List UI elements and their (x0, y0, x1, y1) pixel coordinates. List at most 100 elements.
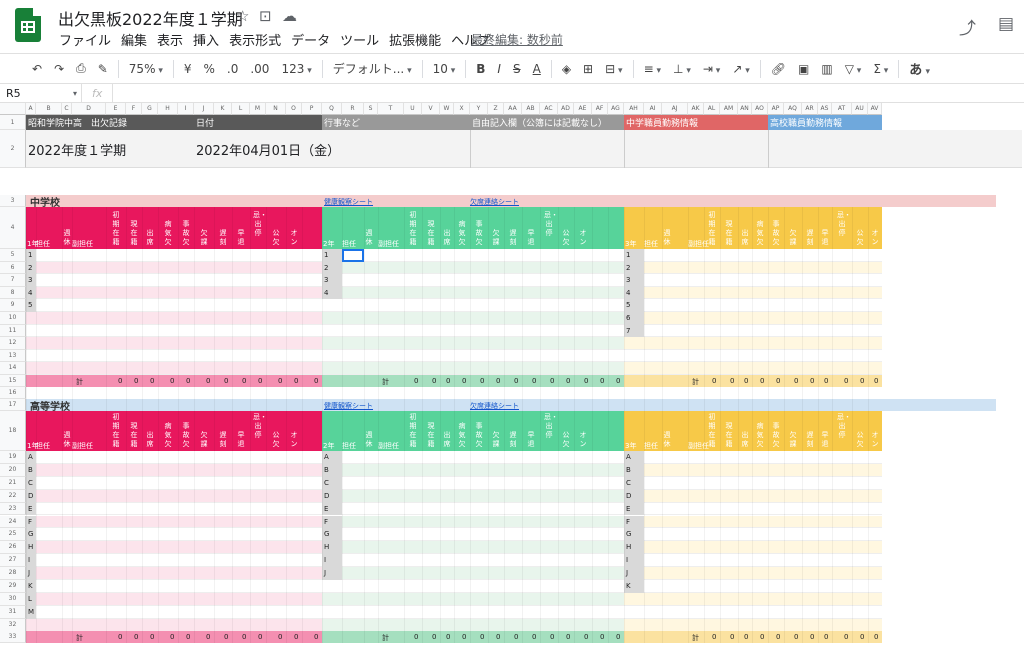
column-header[interactable]: E (106, 103, 126, 115)
class-row[interactable] (26, 476, 322, 490)
class-row[interactable] (26, 528, 322, 542)
decrease-decimal-button[interactable]: .0 (221, 62, 244, 76)
column-header[interactable]: M (250, 103, 266, 115)
column-header[interactable]: U (404, 103, 422, 115)
column-header[interactable]: K (214, 103, 232, 115)
class-row[interactable] (26, 463, 322, 477)
column-header[interactable]: AM (720, 103, 738, 115)
column-header[interactable]: AE (574, 103, 592, 115)
absence-sheet-link[interactable]: 欠席連絡シート (470, 197, 519, 207)
column-header[interactable]: C (62, 103, 72, 115)
row-header[interactable]: 18 (0, 411, 26, 451)
text-rotation-icon[interactable]: ↗ (726, 62, 755, 76)
menu-item[interactable]: 挿入 (188, 30, 224, 49)
column-header[interactable]: AK (688, 103, 704, 115)
column-header[interactable]: T (378, 103, 404, 115)
column-header[interactable]: AA (504, 103, 522, 115)
menu-item[interactable]: 表示 (152, 30, 188, 49)
row-header[interactable]: 29 (0, 580, 26, 593)
class-row[interactable] (26, 567, 322, 580)
class-row[interactable] (26, 451, 322, 464)
class-row[interactable] (26, 337, 322, 350)
row-header[interactable]: 27 (0, 554, 26, 568)
column-header[interactable]: AJ (662, 103, 688, 115)
class-row[interactable] (322, 605, 624, 619)
column-header[interactable]: AP (768, 103, 784, 115)
class-row[interactable] (322, 261, 624, 275)
row-header[interactable]: 32 (0, 618, 26, 632)
class-row[interactable] (322, 580, 624, 593)
column-header[interactable]: V (422, 103, 440, 115)
class-row[interactable] (26, 349, 322, 363)
row-header[interactable]: 22 (0, 489, 26, 503)
document-title[interactable]: 出欠黒板2022年度１学期 (58, 6, 243, 30)
select-all-corner[interactable] (0, 103, 26, 115)
row-header[interactable]: 8 (0, 286, 26, 300)
column-header[interactable]: AI (644, 103, 662, 115)
class-row[interactable] (322, 286, 624, 300)
row-header[interactable]: 28 (0, 567, 26, 580)
row-header[interactable]: 14 (0, 362, 26, 375)
zoom-select[interactable]: 75% (123, 62, 169, 76)
merge-cells-icon[interactable]: ⊟ (599, 62, 628, 76)
font-select[interactable]: デフォルト... (327, 60, 418, 77)
row-header[interactable]: 11 (0, 324, 26, 338)
increase-decimal-button[interactable]: .00 (244, 62, 275, 76)
class-row[interactable] (322, 249, 624, 262)
class-row[interactable] (322, 299, 624, 312)
column-header[interactable]: H (158, 103, 178, 115)
row-header[interactable]: 16 (0, 387, 26, 399)
comments-icon[interactable]: ▤ (998, 14, 1014, 39)
column-header[interactable]: N (266, 103, 286, 115)
class-row[interactable] (322, 349, 624, 363)
row-header[interactable]: 24 (0, 515, 26, 529)
percent-button[interactable]: % (198, 62, 221, 76)
print-icon[interactable]: ⎙ (70, 61, 92, 76)
column-header[interactable]: AU (852, 103, 868, 115)
class-row[interactable] (322, 515, 624, 529)
class-row[interactable] (322, 554, 624, 568)
row-header[interactable]: 5 (0, 249, 26, 262)
absence-sheet-link[interactable]: 欠席連絡シート (470, 401, 519, 411)
row-header[interactable]: 25 (0, 528, 26, 542)
class-row[interactable] (322, 463, 624, 477)
trending-icon[interactable]: ⤴ (959, 14, 976, 39)
borders-icon[interactable]: ⊞ (577, 62, 599, 76)
functions-icon[interactable]: Σ (867, 62, 894, 76)
menu-item[interactable]: ファイル (54, 30, 116, 49)
redo-icon[interactable]: ↷ (48, 62, 70, 76)
font-size-select[interactable]: 10 (427, 62, 462, 76)
row-header[interactable]: 9 (0, 299, 26, 312)
cloud-status-icon[interactable]: ☁ (282, 7, 297, 25)
row-header[interactable]: 21 (0, 476, 26, 490)
class-row[interactable] (322, 312, 624, 325)
align-vertical-icon[interactable]: ⊥ (667, 62, 697, 76)
column-header[interactable]: AO (752, 103, 768, 115)
row-header[interactable]: 20 (0, 463, 26, 477)
column-header[interactable]: O (286, 103, 302, 115)
row-header[interactable]: 23 (0, 502, 26, 516)
column-header[interactable]: Z (488, 103, 504, 115)
row-header[interactable]: 13 (0, 349, 26, 363)
insert-comment-icon[interactable]: ▣ (792, 62, 815, 76)
class-row[interactable] (26, 502, 322, 516)
row-header[interactable]: 6 (0, 261, 26, 275)
column-header[interactable]: R (342, 103, 364, 115)
class-row[interactable] (26, 274, 322, 287)
menu-item[interactable]: 拡張機能 (384, 30, 446, 49)
row-header[interactable]: 1 (0, 115, 26, 130)
menu-item[interactable]: ツール (335, 30, 384, 49)
class-row[interactable] (26, 515, 322, 529)
menu-item[interactable]: データ (286, 30, 335, 49)
last-edit-link[interactable]: 最終編集: 数秒前 (471, 31, 563, 48)
health-sheet-link[interactable]: 健康観察シート (324, 401, 373, 411)
class-row[interactable] (322, 592, 624, 606)
class-row[interactable] (26, 312, 322, 325)
input-tools-button[interactable]: あ (903, 59, 936, 78)
column-header[interactable]: AG (608, 103, 624, 115)
row-header[interactable]: 33 (0, 631, 26, 643)
column-header[interactable]: AQ (784, 103, 802, 115)
column-header[interactable]: AV (868, 103, 882, 115)
more-formats-button[interactable]: 123 (275, 62, 317, 76)
class-row[interactable] (26, 618, 322, 632)
